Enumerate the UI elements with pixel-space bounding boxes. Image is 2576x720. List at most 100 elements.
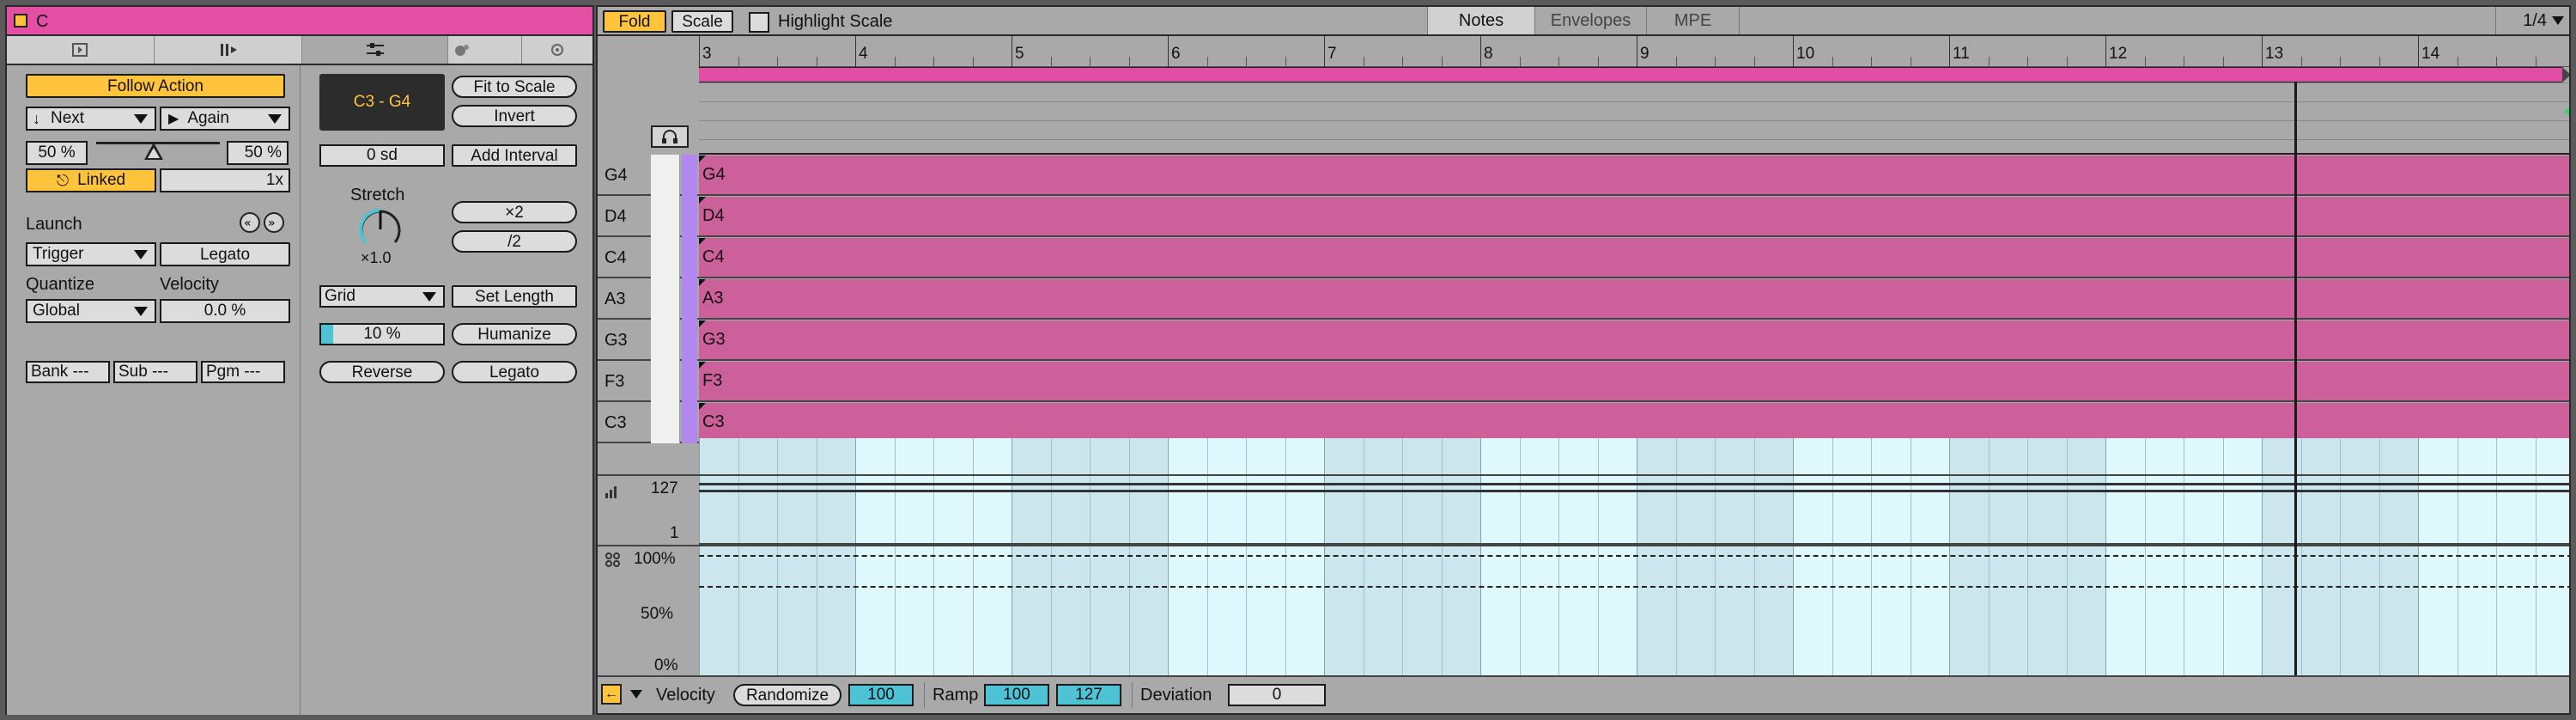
linked-toggle[interactable]: ⎋ Linked	[26, 168, 156, 192]
humanize-amount-field[interactable]: 10 %	[319, 323, 445, 345]
chance-lane[interactable]: 100% 50% 0%	[598, 545, 2569, 675]
key-label[interactable]: C3	[598, 402, 647, 443]
fit-to-scale-button[interactable]: Fit to Scale	[452, 76, 577, 98]
launch-right-icon[interactable]: »	[263, 211, 285, 234]
piano-roll[interactable]: G4 G4 D4 D4 C4 C4 A3 A3 G3 G3 F3 F3 C3 C3	[598, 155, 2569, 455]
loop-brace[interactable]	[699, 67, 2562, 82]
velocity-lane[interactable]: 127 1	[598, 474, 2569, 545]
key-label[interactable]: C4	[598, 237, 647, 278]
piano-row[interactable]: F3 F3	[598, 361, 2569, 402]
transpose-field[interactable]: 0 sd	[319, 144, 445, 167]
legato-clip-button[interactable]: Legato	[160, 242, 290, 266]
highlight-scale-checkbox[interactable]	[749, 12, 769, 33]
follow-action-button[interactable]: Follow Action	[26, 74, 285, 98]
half-button[interactable]: /2	[452, 230, 577, 253]
timeline-ruler[interactable]: 3 4 5 6 7 8 9 10 11 12 13 14	[699, 36, 2569, 67]
piano-row[interactable]: C3 C3	[598, 402, 2569, 443]
scale-button[interactable]: Scale	[671, 10, 733, 33]
piano-key[interactable]	[651, 237, 680, 278]
arrow-down-icon: ↓	[33, 109, 40, 127]
beat-line	[1597, 476, 1599, 545]
bar-line	[1949, 476, 1950, 545]
launch-left-icon[interactable]: «	[239, 211, 261, 234]
piano-row[interactable]: C4 C4	[598, 237, 2569, 278]
beat-line	[1050, 476, 1052, 545]
bar-line	[855, 476, 856, 545]
launch-mode-select[interactable]: Trigger	[26, 242, 156, 266]
clip-tab[interactable]	[7, 36, 155, 64]
velocity-amount-field[interactable]: 0.0 %	[160, 299, 290, 323]
randomize-button[interactable]: Randomize	[733, 684, 841, 706]
key-label[interactable]: D4	[598, 196, 647, 237]
clip-color-icon[interactable]	[14, 14, 27, 27]
legato-notes-button[interactable]: Legato	[452, 361, 577, 383]
key-label[interactable]: F3	[598, 361, 647, 402]
beat-line	[2340, 438, 2341, 474]
piano-row[interactable]: G4 G4	[598, 155, 2569, 196]
back-arrow-button[interactable]: ←	[601, 684, 622, 705]
key-label[interactable]: G4	[598, 155, 647, 196]
notes-tab[interactable]	[155, 36, 302, 64]
beat-line	[1715, 476, 1716, 545]
beat-line	[2027, 476, 2028, 545]
start-marker[interactable]	[2564, 105, 2569, 119]
randomize-value[interactable]: 100	[848, 684, 914, 706]
marker-area[interactable]	[699, 82, 2569, 155]
midi-note[interactable]: C3	[699, 403, 2569, 442]
preview-button[interactable]	[651, 125, 689, 148]
piano-key[interactable]	[651, 155, 680, 196]
loop-end-marker[interactable]	[2562, 67, 2569, 82]
piano-row[interactable]: A3 A3	[598, 278, 2569, 320]
bar-line	[1793, 476, 1794, 545]
piano-key[interactable]	[651, 320, 680, 361]
midi-note[interactable]: G4	[699, 156, 2569, 194]
piano-key[interactable]	[651, 402, 680, 443]
tab-mpe[interactable]: MPE	[1647, 7, 1740, 34]
deviation-value[interactable]: 0	[1228, 684, 1326, 706]
grid-size-select[interactable]: 1/4	[2495, 7, 2569, 34]
piano-row[interactable]: G3 G3	[598, 320, 2569, 361]
quantize-select[interactable]: Global	[26, 299, 156, 323]
empty-grid-area[interactable]	[699, 438, 2569, 474]
beat-line	[1128, 438, 1130, 474]
mpe-tab[interactable]	[522, 36, 594, 64]
humanize-button[interactable]: Humanize	[452, 323, 577, 345]
beat-line	[1402, 476, 1403, 545]
midi-note[interactable]: G3	[699, 320, 2569, 359]
grid-select[interactable]: Grid	[319, 285, 445, 308]
beat-line	[933, 546, 934, 675]
envelope-tab[interactable]	[302, 36, 448, 64]
chance-a-field[interactable]: 50 %	[26, 141, 88, 165]
clip-name[interactable]: C	[36, 12, 48, 32]
piano-key[interactable]	[651, 196, 680, 237]
fold-button[interactable]: Fold	[603, 10, 666, 33]
midi-note[interactable]: A3	[699, 279, 2569, 318]
tab-envelopes[interactable]: Envelopes	[1535, 7, 1647, 34]
pgm-field[interactable]: Pgm ---	[201, 361, 285, 383]
add-interval-button[interactable]: Add Interval	[452, 144, 577, 167]
tab-notes[interactable]: Notes	[1427, 7, 1535, 34]
sub-field[interactable]: Sub ---	[113, 361, 197, 383]
midi-note[interactable]: F3	[699, 362, 2569, 400]
velocity-strip	[682, 155, 697, 196]
ramp-start-value[interactable]: 100	[984, 684, 1049, 706]
multiplier-field[interactable]: 1x	[160, 168, 290, 192]
invert-button[interactable]: Invert	[452, 105, 577, 127]
bank-field[interactable]: Bank ---	[26, 361, 110, 383]
chance-b-field[interactable]: 50 %	[227, 141, 289, 165]
set-length-button[interactable]: Set Length	[452, 285, 577, 308]
follow-action-a-select[interactable]: ↓ Next	[26, 107, 156, 131]
double-button[interactable]: ×2	[452, 201, 577, 223]
midi-note[interactable]: C4	[699, 238, 2569, 277]
expand-down-icon[interactable]	[630, 690, 642, 699]
stretch-knob-icon[interactable]	[355, 204, 405, 254]
midi-note[interactable]: D4	[699, 197, 2569, 235]
key-label[interactable]: A3	[598, 278, 647, 320]
follow-action-b-select[interactable]: ▶ Again	[160, 107, 290, 131]
piano-key[interactable]	[651, 278, 680, 320]
reverse-button[interactable]: Reverse	[319, 361, 445, 383]
piano-key[interactable]	[651, 361, 680, 402]
piano-row[interactable]: D4 D4	[598, 196, 2569, 237]
key-label[interactable]: G3	[598, 320, 647, 361]
ramp-end-value[interactable]: 127	[1056, 684, 1121, 706]
